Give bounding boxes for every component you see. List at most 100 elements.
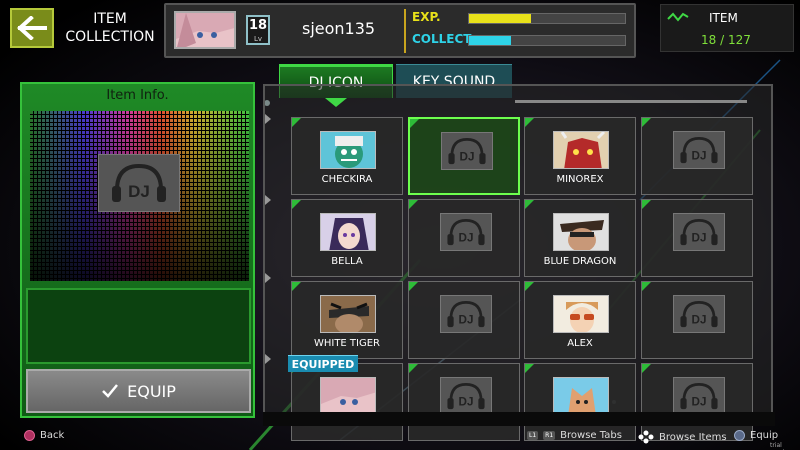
dj-placeholder-icon: DJ — [440, 295, 492, 333]
row-marker — [265, 114, 271, 124]
row-marker — [265, 273, 271, 283]
item-description-box — [26, 288, 251, 364]
grid-item[interactable]: MINOREX — [524, 117, 636, 195]
footer-equip[interactable]: Equip — [734, 430, 778, 441]
grid-item-name: CHECKIRA — [321, 174, 373, 185]
equipped-badge: EQUIPPED — [288, 355, 358, 372]
item-corner-marker — [410, 119, 419, 128]
grid-item[interactable]: CHECKIRA — [291, 117, 403, 195]
item-corner-marker — [525, 200, 534, 209]
item-corner-marker — [292, 118, 301, 127]
stat-bar-fill — [469, 36, 512, 45]
svg-text:DJ: DJ — [459, 314, 474, 327]
item-corner-marker — [409, 200, 418, 209]
item-corner-marker — [292, 200, 301, 209]
top-bar: ITEM COLLECTION 18 Lv sjeon135 EXP. COLLE… — [0, 0, 800, 62]
grid-item-name: WHITE TIGER — [313, 338, 381, 349]
back-button[interactable] — [10, 8, 54, 48]
grid-clip — [263, 412, 775, 426]
item-corner-marker — [409, 282, 418, 291]
arrow-left-icon — [17, 16, 47, 40]
dj-portrait — [320, 295, 376, 333]
grid-item[interactable]: DJ — [408, 363, 520, 441]
item-count: 18 / 127 — [701, 33, 751, 47]
dj-placeholder-icon: DJ — [673, 131, 725, 169]
dj-portrait — [553, 295, 609, 333]
player-avatar — [174, 11, 236, 49]
grid-item[interactable]: ALEX — [524, 281, 636, 359]
l1-button-icon: L1 — [527, 431, 539, 440]
checkmark-icon — [102, 384, 119, 398]
cross-button-icon — [734, 430, 745, 441]
dj-portrait — [320, 213, 376, 251]
dj-placeholder-icon: DJ — [673, 213, 725, 251]
circle-button-icon — [24, 430, 35, 441]
item-count-panel: ITEM 18 / 127 — [660, 4, 794, 52]
item-corner-marker — [525, 118, 534, 127]
item-corner-marker — [642, 364, 651, 373]
svg-text:DJ: DJ — [692, 396, 707, 409]
active-tab-indicator — [325, 98, 347, 107]
grid-item[interactable]: BELLA — [291, 199, 403, 277]
footer-back-label: Back — [40, 430, 65, 441]
row-marker — [265, 354, 271, 364]
trial-version-label: trial version — [770, 442, 792, 450]
svg-text:DJ: DJ — [692, 314, 707, 327]
svg-text:DJ: DJ — [692, 150, 707, 163]
grid-item[interactable]: DJ — [641, 199, 753, 277]
dj-portrait — [553, 213, 609, 251]
grid-item-name: MINOREX — [556, 174, 604, 185]
equip-button[interactable]: EQUIP — [26, 369, 251, 413]
dj-portrait — [320, 377, 376, 415]
footer-browse-items-label: Browse Items — [659, 431, 727, 443]
item-corner-marker — [525, 282, 534, 291]
grid-item[interactable]: WHITE TIGER — [291, 281, 403, 359]
dj-placeholder-icon: DJ — [673, 377, 725, 415]
username: sjeon135 — [302, 19, 376, 38]
player-profile-panel: 18 Lv sjeon135 EXP. COLLECT. — [164, 3, 636, 58]
svg-text:DJ: DJ — [459, 232, 474, 245]
svg-text:DJ: DJ — [460, 151, 475, 164]
footer-equip-label: Equip — [750, 430, 779, 441]
grid-item-name: BLUE DRAGON — [543, 256, 617, 267]
grid-item-name: ALEX — [567, 338, 593, 349]
grid-item[interactable]: BLUE DRAGON — [524, 199, 636, 277]
item-corner-marker — [642, 118, 651, 127]
dj-portrait — [320, 131, 376, 169]
grid-item[interactable]: DJ — [408, 199, 520, 277]
stat-label: COLLECT. — [412, 32, 475, 46]
footer-browse-tabs[interactable]: L1 R1 Browse Tabs — [527, 430, 622, 441]
dj-placeholder-icon: DJ — [441, 132, 493, 170]
dj-placeholder-icon: DJ — [98, 154, 180, 212]
profile-divider — [404, 9, 406, 53]
item-label: ITEM — [709, 11, 738, 25]
grid-item[interactable]: DJ — [408, 117, 520, 195]
dj-placeholder-icon: DJ — [440, 213, 492, 251]
level-badge: 18 Lv — [246, 15, 270, 45]
footer-browse-items[interactable]: Browse Items — [638, 430, 727, 444]
screen-title-line2: COLLECTION — [65, 29, 155, 45]
footer-back[interactable]: Back — [24, 430, 64, 441]
pulse-wave-icon — [667, 12, 689, 22]
svg-text:DJ: DJ — [459, 396, 474, 409]
r1-button-icon: R1 — [543, 431, 556, 440]
dj-placeholder-icon: DJ — [440, 377, 492, 415]
item-corner-marker — [525, 364, 534, 373]
footer-browse-tabs-label: Browse Tabs — [560, 430, 622, 441]
level-number: 18 — [248, 18, 268, 33]
stat-bar — [468, 35, 626, 46]
grid-item-name: BELLA — [331, 256, 363, 267]
grid-item[interactable] — [291, 363, 403, 441]
grid-top-line — [515, 100, 747, 103]
screen-title: ITEM COLLECTION — [62, 10, 158, 46]
grid-item[interactable]: DJ — [641, 117, 753, 195]
item-corner-marker — [642, 200, 651, 209]
item-preview: DJ — [30, 111, 249, 281]
stat-bar — [468, 13, 626, 24]
stat-bar-fill — [469, 14, 532, 23]
item-corner-marker — [292, 282, 301, 291]
grid-item[interactable]: DJ — [641, 281, 753, 359]
row-marker — [265, 195, 271, 205]
grid-item[interactable]: DJ — [408, 281, 520, 359]
item-corner-marker — [642, 282, 651, 291]
